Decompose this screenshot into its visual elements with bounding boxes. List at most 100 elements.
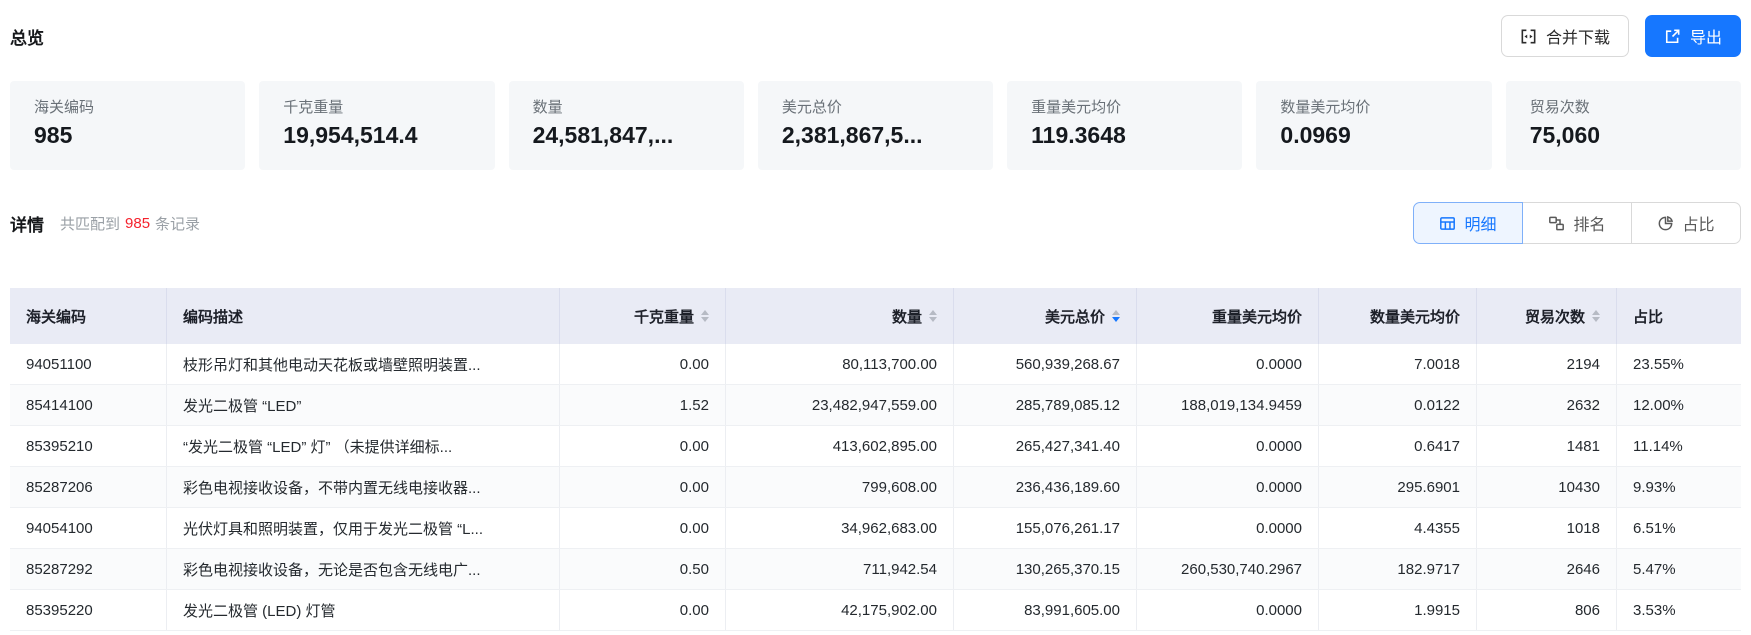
cell-kg-weight: 1.52	[560, 385, 726, 425]
cell-usd-avg-by-weight: 0.0000	[1137, 508, 1319, 548]
cell-trade-count: 2194	[1477, 344, 1617, 384]
summary-card-value: 75,060	[1530, 122, 1731, 149]
summary-card-label: 千克重量	[283, 96, 484, 117]
cell-usd-total: 560,939,268.67	[954, 344, 1137, 384]
table-row: 94054100 光伏灯具和照明装置，仅用于发光二极管 “L... 0.00 3…	[10, 508, 1741, 549]
summary-card-value: 119.3648	[1031, 122, 1232, 149]
summary-card-label: 贸易次数	[1530, 96, 1731, 117]
match-prefix: 共匹配到	[60, 213, 120, 234]
export-label: 导出	[1690, 24, 1722, 48]
col-header-usd-total[interactable]: 美元总价	[954, 288, 1137, 344]
col-header-description: 编码描述	[167, 288, 560, 344]
summary-card: 千克重量 19,954,514.4	[259, 81, 494, 170]
table-row: 85287292 彩色电视接收设备，无论是否包含无线电广... 0.50 711…	[10, 549, 1741, 590]
col-header-quantity[interactable]: 数量	[726, 288, 954, 344]
cell-usd-avg-by-weight: 0.0000	[1137, 590, 1319, 630]
table-body: 94051100 枝形吊灯和其他电动天花板或墙壁照明装置... 0.00 80,…	[10, 344, 1741, 631]
cell-quantity: 413,602,895.00	[726, 426, 954, 466]
cell-share: 12.00%	[1617, 385, 1741, 425]
cell-quantity: 80,113,700.00	[726, 344, 954, 384]
cell-quantity: 711,942.54	[726, 549, 954, 589]
summary-card: 海关编码 985	[10, 81, 245, 170]
cell-usd-total: 236,436,189.60	[954, 467, 1137, 507]
merge-download-label: 合并下载	[1546, 24, 1610, 48]
cell-usd-avg-by-weight: 260,530,740.2967	[1137, 549, 1319, 589]
ranking-icon	[1548, 215, 1565, 232]
merge-download-button[interactable]: 合并下载	[1501, 15, 1629, 57]
cell-description: 发光二极管 “LED”	[167, 385, 560, 425]
cell-usd-avg-by-weight: 0.0000	[1137, 467, 1319, 507]
topbar-actions: 合并下载 导出	[1501, 15, 1741, 57]
cell-usd-avg-by-qty: 4.4355	[1319, 508, 1477, 548]
tab-proportion-label: 占比	[1682, 211, 1714, 235]
cell-share: 11.14%	[1617, 426, 1741, 466]
col-header-trade-count[interactable]: 贸易次数	[1477, 288, 1617, 344]
col-header-usd-avg-by-weight: 重量美元均价	[1137, 288, 1319, 344]
tab-ranking[interactable]: 排名	[1522, 202, 1632, 244]
table-header: 海关编码 编码描述 千克重量 数量 美元总价 重量美元均价 数量美元均价 贸易次…	[10, 288, 1741, 344]
section-title: 详情	[10, 211, 44, 236]
export-icon	[1664, 28, 1681, 45]
summary-card: 数量美元均价 0.0969	[1256, 81, 1491, 170]
cell-share: 5.47%	[1617, 549, 1741, 589]
summary-card: 数量 24,581,847,...	[509, 81, 744, 170]
cell-trade-count: 10430	[1477, 467, 1617, 507]
cell-kg-weight: 0.50	[560, 549, 726, 589]
record-count: 985	[125, 215, 150, 232]
table-row: 85414100 发光二极管 “LED” 1.52 23,482,947,559…	[10, 385, 1741, 426]
table-row: 85395210 “发光二极管 “LED” 灯” （未提供详细标... 0.00…	[10, 426, 1741, 467]
cell-kg-weight: 0.00	[560, 590, 726, 630]
cell-share: 6.51%	[1617, 508, 1741, 548]
cell-usd-total: 130,265,370.15	[954, 549, 1137, 589]
cell-usd-avg-by-qty: 7.0018	[1319, 344, 1477, 384]
cell-hs-code: 85395210	[10, 426, 167, 466]
cell-quantity: 34,962,683.00	[726, 508, 954, 548]
cell-share: 23.55%	[1617, 344, 1741, 384]
merge-cells-icon	[1520, 28, 1537, 45]
page-title: 总览	[10, 24, 44, 49]
summary-card-value: 2,381,867,5...	[782, 122, 983, 149]
col-header-kg-weight[interactable]: 千克重量	[560, 288, 726, 344]
sort-icon	[1592, 310, 1600, 322]
cell-quantity: 42,175,902.00	[726, 590, 954, 630]
pie-icon	[1657, 215, 1674, 232]
cell-hs-code: 85414100	[10, 385, 167, 425]
cell-share: 3.53%	[1617, 590, 1741, 630]
tab-proportion[interactable]: 占比	[1631, 202, 1741, 244]
summary-card-label: 美元总价	[782, 96, 983, 117]
cell-usd-total: 155,076,261.17	[954, 508, 1137, 548]
cell-kg-weight: 0.00	[560, 344, 726, 384]
table-row: 85287206 彩色电视接收设备，不带内置无线电接收器... 0.00 799…	[10, 467, 1741, 508]
cell-kg-weight: 0.00	[560, 426, 726, 466]
tab-detail-label: 明细	[1464, 211, 1496, 235]
cell-description: “发光二极管 “LED” 灯” （未提供详细标...	[167, 426, 560, 466]
cell-usd-total: 265,427,341.40	[954, 426, 1137, 466]
summary-card-label: 数量	[533, 96, 734, 117]
summary-card-label: 重量美元均价	[1031, 96, 1232, 117]
summary-card-value: 19,954,514.4	[283, 122, 484, 149]
export-button[interactable]: 导出	[1645, 15, 1741, 57]
cell-usd-avg-by-qty: 0.0122	[1319, 385, 1477, 425]
cell-hs-code: 85287292	[10, 549, 167, 589]
cell-trade-count: 2646	[1477, 549, 1617, 589]
cell-usd-avg-by-qty: 182.9717	[1319, 549, 1477, 589]
summary-card-value: 24,581,847,...	[533, 122, 734, 149]
table-icon	[1439, 215, 1456, 232]
table-row: 94051100 枝形吊灯和其他电动天花板或墙壁照明装置... 0.00 80,…	[10, 344, 1741, 385]
sort-icon	[701, 310, 709, 322]
cell-usd-total: 285,789,085.12	[954, 385, 1137, 425]
cell-hs-code: 94054100	[10, 508, 167, 548]
summary-card: 美元总价 2,381,867,5...	[758, 81, 993, 170]
match-suffix: 条记录	[155, 213, 200, 234]
topbar: 总览 合并下载 导出	[10, 14, 1741, 58]
cell-kg-weight: 0.00	[560, 508, 726, 548]
summary-card-value: 0.0969	[1280, 122, 1481, 149]
cell-hs-code: 94051100	[10, 344, 167, 384]
sort-icon-active-desc	[1112, 310, 1120, 322]
tab-detail[interactable]: 明细	[1413, 202, 1523, 244]
col-header-share: 占比	[1617, 288, 1741, 344]
cell-quantity: 23,482,947,559.00	[726, 385, 954, 425]
cell-description: 发光二极管 (LED) 灯管	[167, 590, 560, 630]
cell-trade-count: 1481	[1477, 426, 1617, 466]
cell-usd-total: 83,991,605.00	[954, 590, 1137, 630]
